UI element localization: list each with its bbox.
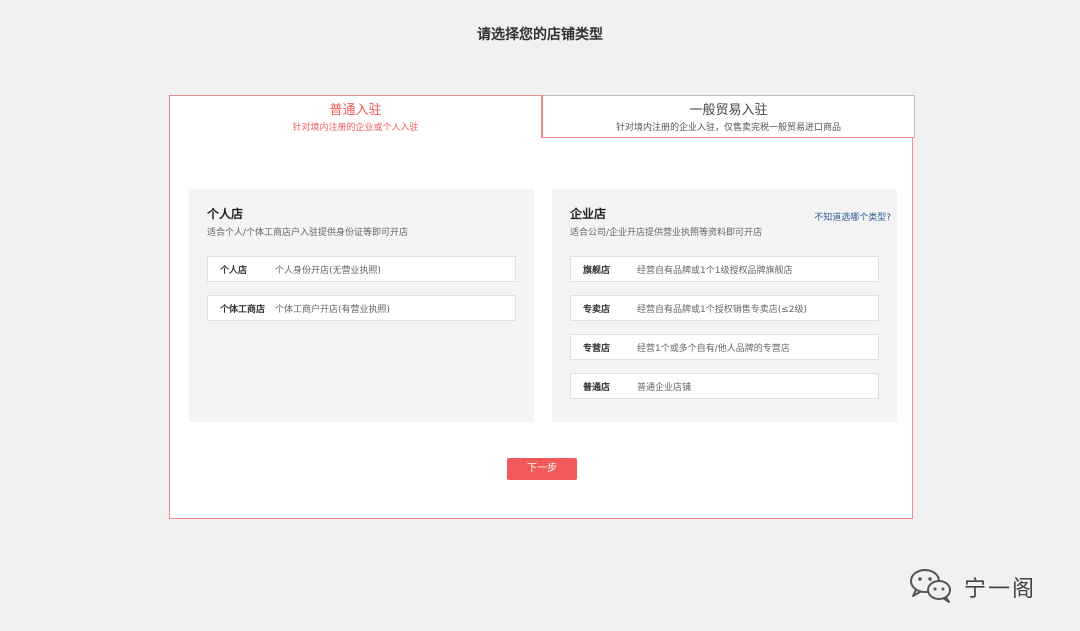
tab-title: 普通入驻 — [329, 103, 382, 118]
option-name: 个体工商店 — [220, 304, 266, 315]
store-type-panel: 普通入驻 针对境内注册的企业或个人入驻 一般贸易入驻 针对境内注册的企业入驻，仅… — [169, 95, 915, 519]
option-personal-store[interactable]: 个人店 个人身份开店(无营业执照) — [207, 256, 516, 282]
next-step-button[interactable]: 下一步 — [507, 458, 577, 480]
tab-subtitle: 针对境内注册的企业或个人入驻 — [292, 123, 419, 133]
option-description: 普通企业店铺 — [637, 382, 692, 393]
option-individual-business-store[interactable]: 个体工商店 个体工商户开店(有营业执照) — [207, 295, 516, 321]
option-name: 专营店 — [583, 343, 611, 354]
help-link[interactable]: 不知道选哪个类型? — [814, 210, 891, 223]
option-name: 旗舰店 — [583, 265, 611, 276]
option-description: 经营1个或多个自有/他人品牌的专营店 — [637, 343, 790, 354]
card-title: 个人店 — [207, 207, 244, 221]
option-exclusive-store[interactable]: 专卖店 经营自有品牌或1个授权销售专卖店(≤2级) — [570, 295, 879, 321]
option-description: 个体工商户开店(有营业执照) — [275, 304, 391, 315]
option-list: 个人店 个人身份开店(无营业执照) 个体工商店 个体工商户开店(有营业执照) — [207, 256, 516, 321]
option-name: 专卖店 — [583, 304, 611, 315]
tab-normal-entry[interactable]: 普通入驻 针对境内注册的企业或个人入驻 — [169, 95, 542, 138]
option-name: 普通店 — [583, 382, 611, 393]
personal-store-card: 个人店 适合个人/个体工商店户入驻提供身份证等即可开店 个人店 个人身份开店(无… — [189, 189, 534, 422]
watermark-text: 宁一阁 — [964, 577, 1037, 602]
option-name: 个人店 — [220, 265, 248, 276]
tab-general-trade-entry[interactable]: 一般贸易入驻 针对境内注册的企业入驻，仅售卖完税一般贸易进口商品 — [542, 95, 915, 138]
card-description: 适合公司/企业开店提供营业执照等资料即可开店 — [570, 228, 763, 238]
tab-subtitle: 针对境内注册的企业入驻，仅售卖完税一般贸易进口商品 — [615, 123, 841, 133]
card-description: 适合个人/个体工商店户入驻提供身份证等即可开店 — [207, 228, 409, 238]
option-description: 个人身份开店(无营业执照) — [275, 265, 382, 276]
option-description: 经营自有品牌或1个授权销售专卖店(≤2级) — [637, 304, 808, 315]
option-description: 经营自有品牌或1个1级授权品牌旗舰店 — [637, 265, 793, 276]
option-list: 旗舰店 经营自有品牌或1个1级授权品牌旗舰店 专卖店 经营自有品牌或1个授权销售… — [570, 256, 879, 399]
option-ordinary-store[interactable]: 普通店 普通企业店铺 — [570, 373, 879, 399]
tab-title: 一般贸易入驻 — [689, 103, 768, 118]
option-specialty-store[interactable]: 专营店 经营1个或多个自有/他人品牌的专营店 — [570, 334, 879, 360]
enterprise-store-card: 企业店 不知道选哪个类型? 适合公司/企业开店提供营业执照等资料即可开店 旗舰店… — [552, 189, 897, 422]
watermark: 宁一阁 — [906, 565, 1036, 609]
page-title: 请选择您的店铺类型 — [477, 27, 603, 43]
wechat-icon — [906, 565, 964, 609]
option-flagship-store[interactable]: 旗舰店 经营自有品牌或1个1级授权品牌旗舰店 — [570, 256, 879, 282]
